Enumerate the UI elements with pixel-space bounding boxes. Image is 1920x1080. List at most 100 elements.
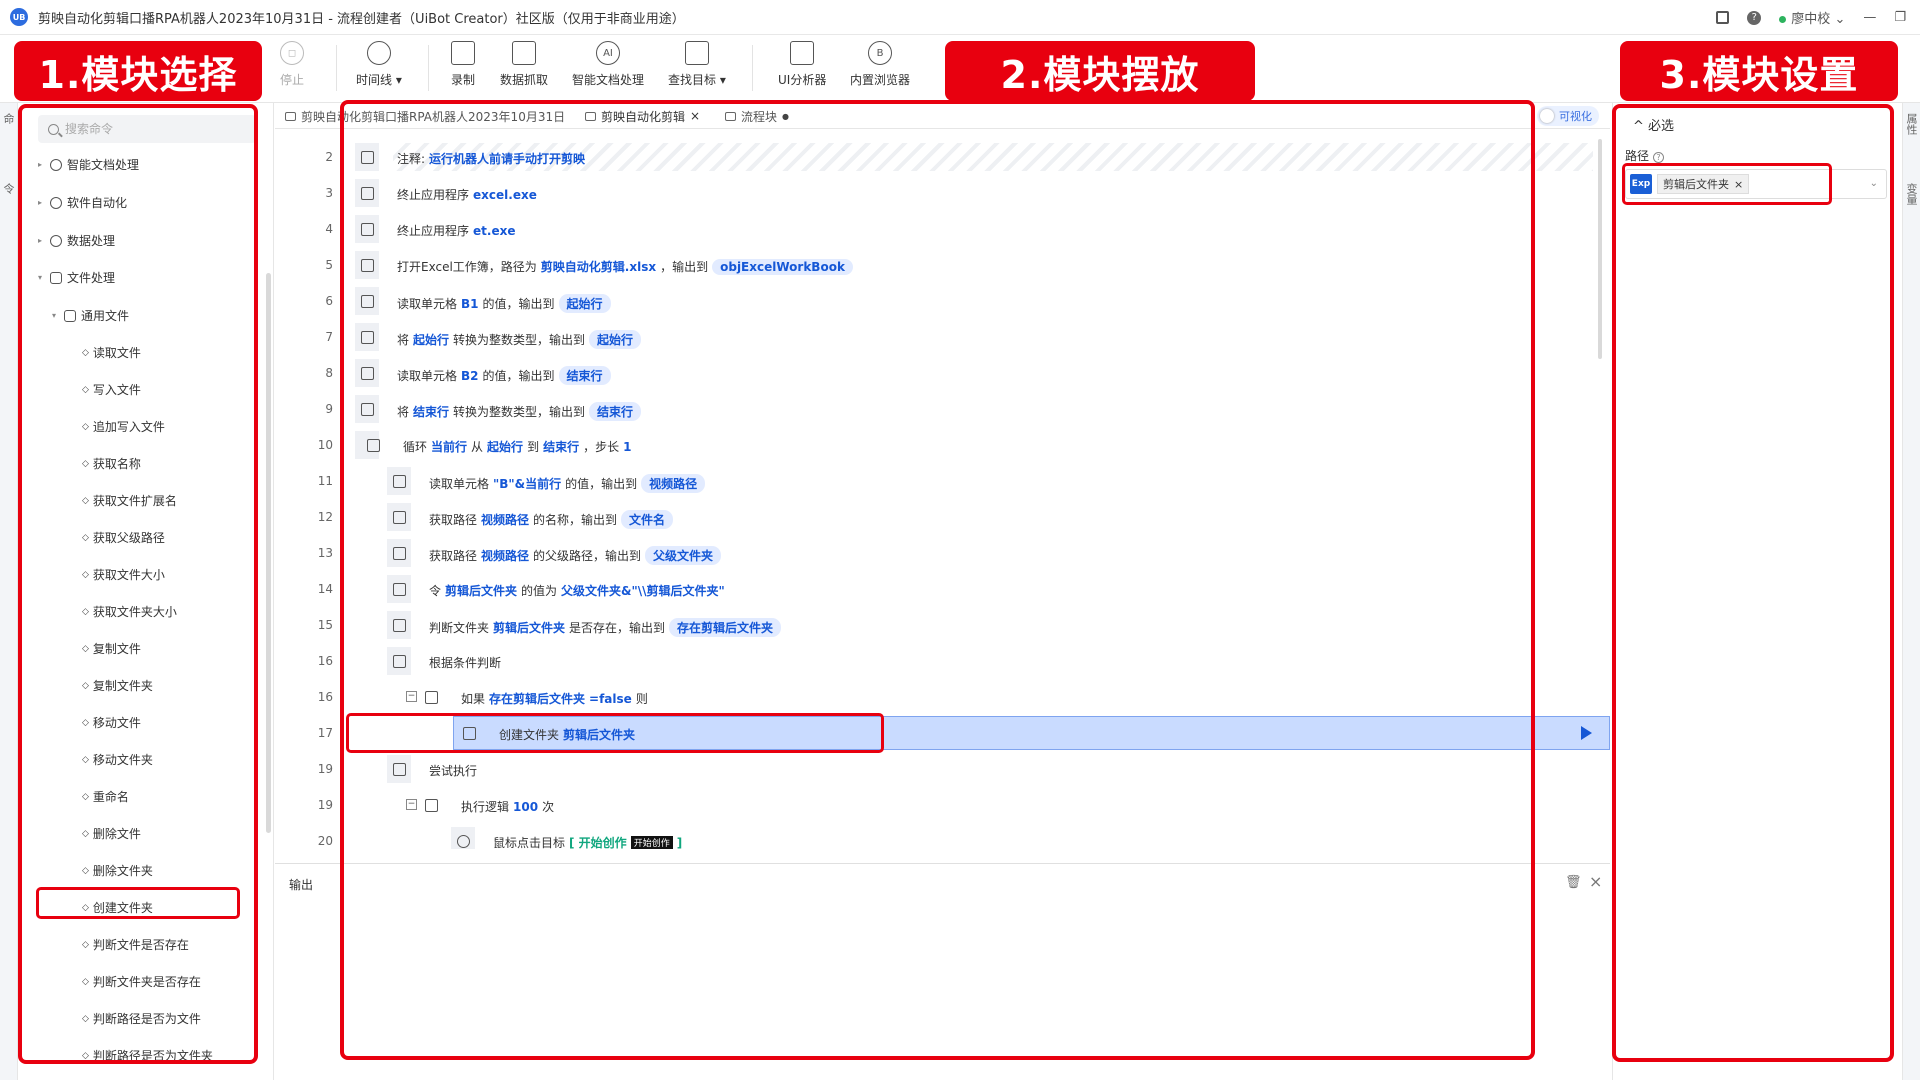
command-item[interactable]: ◇ 读取文件	[82, 344, 141, 361]
rail-tab-variables[interactable]: 变量	[1905, 183, 1919, 205]
minimize-button[interactable]: —	[1863, 10, 1876, 25]
file-icon	[50, 271, 62, 284]
expression-toggle[interactable]: Exp	[1630, 174, 1652, 194]
command-item[interactable]: ◇ 判断路径是否为文件	[82, 1010, 201, 1027]
browser-button[interactable]: B 内置浏览器	[850, 41, 910, 88]
statement-row-selected[interactable]: 17 创建文件夹 剪辑后文件夹	[275, 715, 1610, 751]
remove-chip-icon[interactable]: ×	[1734, 178, 1743, 191]
command-search[interactable]	[38, 115, 256, 143]
sidebar-scrollbar[interactable]	[266, 273, 271, 833]
statement-text: 将结束行 转换为整数类型，输出到 结束行	[397, 402, 642, 421]
statement-row[interactable]: 15 判断文件夹 剪辑后文件夹 是否存在，输出到 存在剪辑后文件夹	[275, 607, 1610, 643]
category-data-processing[interactable]: ▸ 数据处理	[38, 232, 115, 249]
fold-toggle-icon[interactable]: −	[406, 799, 417, 810]
statement-row[interactable]: 3 终止应用程序 excel.exe	[275, 175, 1610, 211]
restore-button[interactable]: ❐	[1894, 10, 1906, 25]
statement-text: 注释: 运行机器人前请手动打开剪映	[397, 152, 586, 166]
user-menu[interactable]: 廖中校 ⌄	[1779, 8, 1845, 27]
help-icon[interactable]: ?	[1653, 152, 1665, 163]
rail-tab-commands[interactable]: 命	[2, 113, 16, 124]
timeline-button[interactable]: 时间线 ▾	[356, 41, 402, 88]
annotation-label-2: 2.模块摆放	[945, 41, 1255, 101]
command-item[interactable]: ◇ 获取文件夹大小	[82, 603, 177, 620]
statement-row[interactable]: 6 读取单元格 B1 的值，输出到 起始行	[275, 283, 1610, 319]
statement-row[interactable]: 12 获取路径 视频路径 的名称，输出到 文件名	[275, 499, 1610, 535]
statement-row[interactable]: 4 终止应用程序 et.exe	[275, 211, 1610, 247]
statement-row[interactable]: 13 获取路径 视频路径 的父级路径，输出到 父级文件夹	[275, 535, 1610, 571]
fold-toggle-icon[interactable]: −	[406, 691, 417, 702]
annotation-label-1: 1.模块选择	[14, 41, 262, 101]
record-button[interactable]: 录制	[451, 41, 475, 88]
command-item[interactable]: ◇ 获取名称	[82, 455, 141, 472]
ui-analyzer-icon	[790, 41, 815, 65]
tab-flow-block-active[interactable]: 剪映自动化剪辑 ×	[585, 103, 700, 129]
statement-row[interactable]: 16 根据条件判断	[275, 643, 1610, 679]
stop-button[interactable]: ◻ 停止	[280, 41, 304, 88]
command-item[interactable]: ◇ 删除文件夹	[82, 862, 153, 879]
statement-row[interactable]: 20 鼠标点击目标[ 开始创作 开始创作]	[275, 823, 1610, 849]
statement-row[interactable]: 2 注释: 运行机器人前请手动打开剪映	[275, 139, 1610, 175]
statement-row[interactable]: 5 打开Excel工作簿，路径为 剪映自动化剪辑.xlsx ，输出到 objExcel…	[275, 247, 1610, 283]
command-item[interactable]: ◇ 复制文件	[82, 640, 141, 657]
category-general-file[interactable]: ▾ 通用文件	[52, 307, 129, 324]
command-item[interactable]: ◇ 删除文件	[82, 825, 141, 842]
grid-icon[interactable]	[1716, 11, 1730, 24]
command-item[interactable]: ◇ 判断路径是否为文件夹	[82, 1047, 213, 1064]
command-item[interactable]: ◇ 判断文件是否存在	[82, 936, 189, 953]
excel-icon	[361, 295, 374, 308]
statement-row[interactable]: 19 尝试执行	[275, 751, 1610, 787]
tab-flow-block[interactable]: 流程块 ●	[725, 103, 789, 129]
find-target-button[interactable]: 查找目标 ▾	[668, 41, 726, 88]
category-doc-ai[interactable]: ▸ 智能文档处理	[38, 156, 139, 173]
trash-icon[interactable]: 🗑	[1565, 875, 1582, 890]
ui-analyzer-button[interactable]: UI分析器	[778, 41, 826, 88]
close-tab-icon[interactable]: ×	[690, 109, 700, 123]
loop-icon	[367, 439, 380, 452]
command-item[interactable]: ◇ 获取文件扩展名	[82, 492, 177, 509]
statement-text: 获取路径 视频路径 的名称，输出到 文件名	[429, 510, 674, 529]
retry-icon	[425, 799, 438, 812]
excel-icon	[361, 259, 374, 272]
command-item[interactable]: ◇ 获取文件大小	[82, 566, 165, 583]
toolbar-divider	[428, 45, 429, 91]
rail-tab-properties[interactable]: 属性	[1905, 113, 1919, 135]
command-item[interactable]: ◇ 获取父级路径	[82, 529, 165, 546]
statement-row[interactable]: 9 将结束行 转换为整数类型，输出到 结束行	[275, 391, 1610, 427]
help-icon[interactable]: ?	[1747, 10, 1762, 25]
category-software-automation[interactable]: ▸ 软件自动化	[38, 194, 127, 211]
command-item[interactable]: ◇ 判断文件夹是否存在	[82, 973, 201, 990]
statement-row[interactable]: 10 循环 当前行从起始行到结束行 ，步长 1	[275, 427, 1610, 463]
command-item[interactable]: ◇ 重命名	[82, 788, 129, 805]
rail-tab-commands-2[interactable]: 令	[2, 183, 16, 194]
run-line-icon[interactable]	[1581, 726, 1592, 740]
path-field[interactable]: Exp 剪辑后文件夹 × ⌄	[1625, 169, 1887, 199]
timeline-label: 时间线 ▾	[356, 73, 402, 87]
category-file-processing[interactable]: ▾ 文件处理	[38, 269, 115, 286]
doc-ai-button[interactable]: AI 智能文档处理	[572, 41, 644, 88]
close-icon[interactable]: ×	[1589, 872, 1602, 891]
search-input[interactable]	[65, 122, 235, 136]
command-item[interactable]: ◇ 移动文件夹	[82, 751, 153, 768]
statement-row[interactable]: 19 − 执行逻辑 100 次	[275, 787, 1610, 823]
path-value-chip[interactable]: 剪辑后文件夹 ×	[1657, 174, 1750, 194]
chevron-down-icon[interactable]: ⌄	[1870, 178, 1878, 189]
command-item[interactable]: ◇ 写入文件	[82, 381, 141, 398]
statement-row[interactable]: 16 − 如果 存在剪辑后文件夹 =false 则	[275, 679, 1610, 715]
statement-row[interactable]: 7 将起始行 转换为整数类型，输出到 起始行	[275, 319, 1610, 355]
command-item-create-folder[interactable]: ◇ 创建文件夹	[82, 899, 153, 916]
statement-row[interactable]: 14 令剪辑后文件夹 的值为 父级文件夹&"\\剪辑后文件夹"	[275, 571, 1610, 607]
statement-row[interactable]: 11 读取单元格 "B"&当前行 的值，输出到 视频路径	[275, 463, 1610, 499]
command-item[interactable]: ◇ 复制文件夹	[82, 677, 153, 694]
condition-icon	[393, 655, 406, 668]
line-number: 14	[317, 582, 333, 596]
editor-scrollbar[interactable]	[1598, 139, 1602, 359]
command-item[interactable]: ◇ 追加写入文件	[82, 418, 165, 435]
visualize-toggle[interactable]: 可视化	[1537, 106, 1599, 126]
tab-project[interactable]: 剪映自动化剪辑口播RPA机器人2023年10月31日	[285, 103, 565, 129]
required-section-header[interactable]: ^ 必选	[1633, 115, 1674, 134]
data-capture-button[interactable]: 数据抓取	[500, 41, 548, 88]
statement-row[interactable]: 8 读取单元格 B2 的值，输出到 结束行	[275, 355, 1610, 391]
mouse-icon	[457, 835, 470, 848]
title-actions: ? 廖中校 ⌄ — ❐	[1716, 0, 1920, 35]
command-item[interactable]: ◇ 移动文件	[82, 714, 141, 731]
